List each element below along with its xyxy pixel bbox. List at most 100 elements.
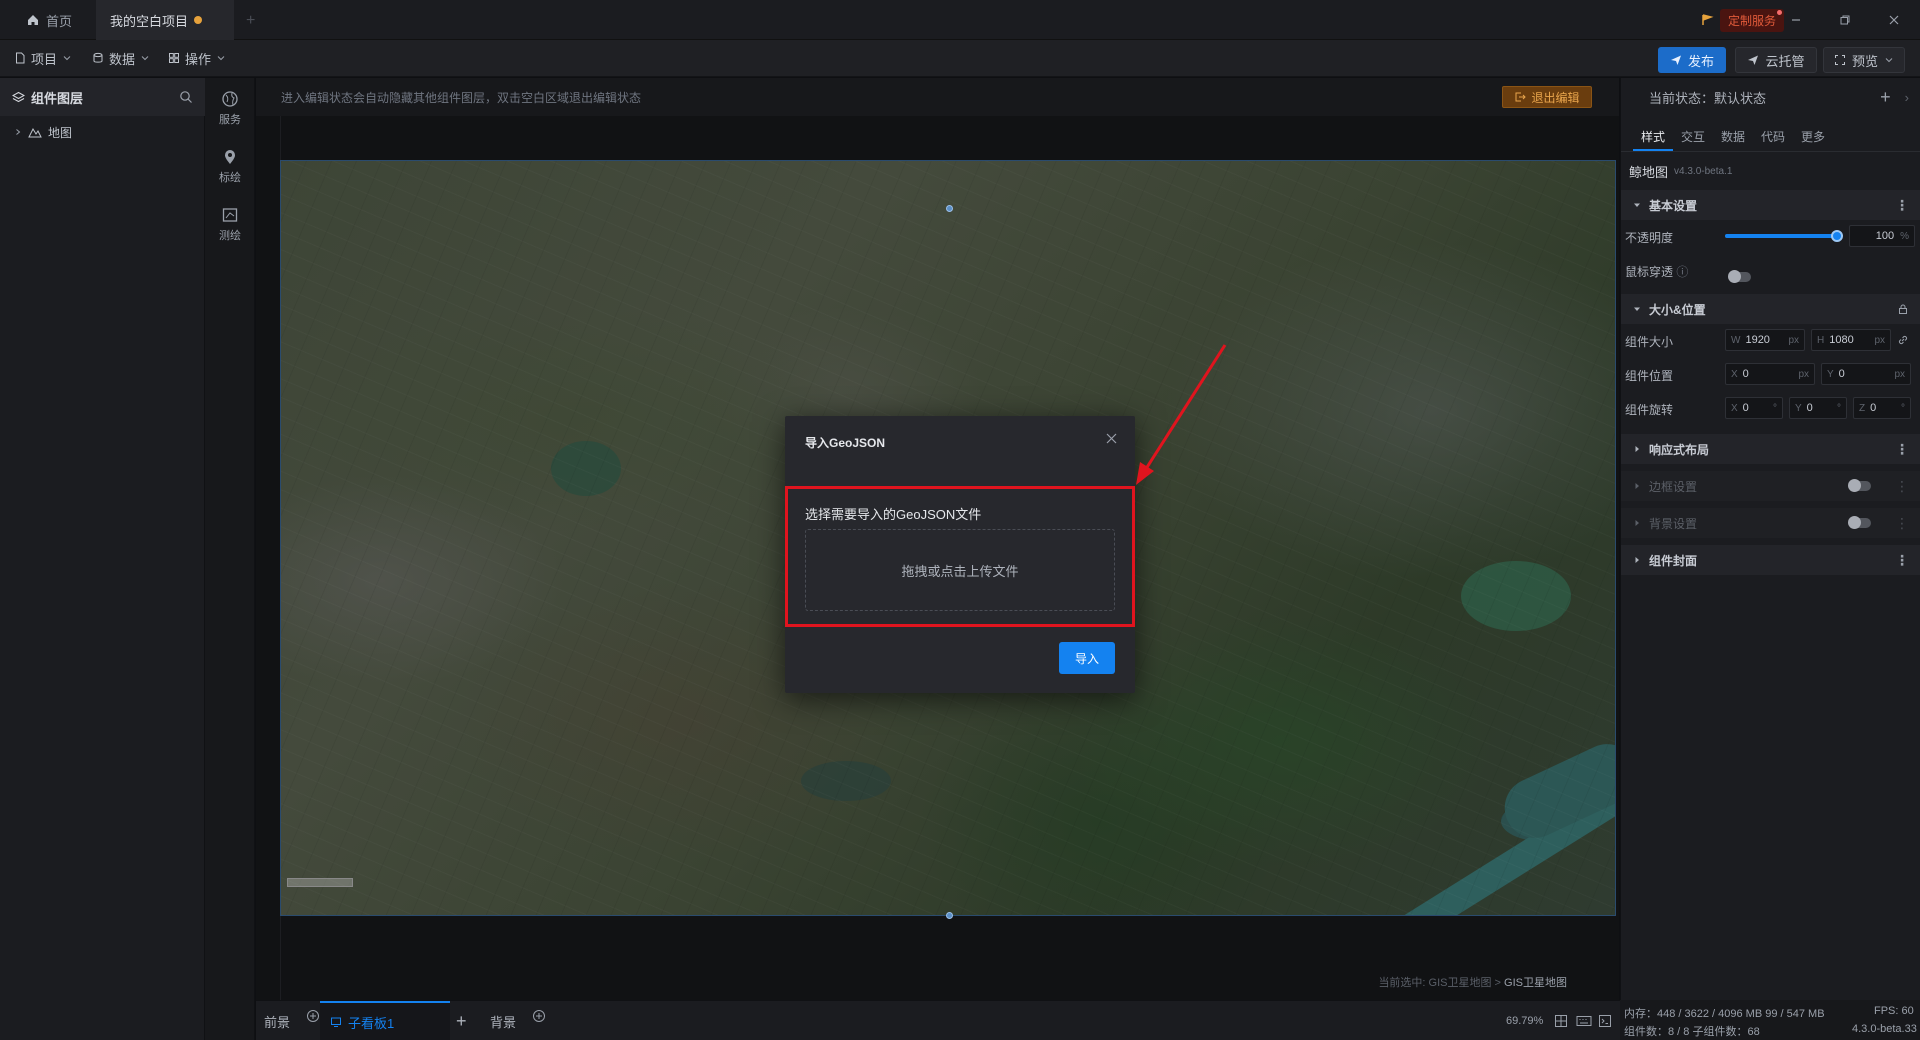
more-vertical-icon[interactable]: ⋮ (1895, 552, 1909, 569)
opacity-input[interactable]: 100 % (1849, 225, 1915, 247)
add-state-button[interactable]: + (1880, 87, 1891, 108)
help-icon[interactable]: ⓘ (1676, 265, 1688, 279)
tab-background[interactable]: 背景 (490, 1001, 546, 1040)
preview-button[interactable]: 预览 (1823, 47, 1905, 73)
tab-foreground[interactable]: 前景 (264, 1001, 320, 1040)
close-window-button[interactable] (1882, 8, 1906, 32)
add-panel-button[interactable]: + (456, 1001, 467, 1040)
tab-more[interactable]: 更多 (1801, 128, 1825, 145)
more-vertical-icon[interactable]: ⋮ (1895, 478, 1909, 495)
opacity-slider-thumb[interactable] (1831, 230, 1843, 242)
opacity-unit: % (1900, 230, 1909, 242)
more-vertical-icon[interactable]: ⋮ (1895, 515, 1909, 532)
rotation-row: 组件旋转 X 0 ° Y 0 ° Z 0 ° (1621, 396, 1920, 420)
active-tab-indicator (1633, 149, 1673, 151)
section-border[interactable]: 边框设置 ⋮ (1621, 471, 1920, 501)
more-vertical-icon[interactable]: ⋮ (1895, 197, 1909, 214)
width-value: 1920 (1745, 334, 1770, 346)
tab-code[interactable]: 代码 (1761, 128, 1785, 145)
menu-operation[interactable]: 操作 (168, 47, 226, 69)
terminal-icon[interactable] (1598, 1014, 1612, 1028)
menu-data[interactable]: 数据 (92, 47, 150, 69)
exit-edit-button[interactable]: 退出编辑 (1502, 86, 1592, 108)
map-lake (801, 761, 891, 801)
send-icon (1670, 55, 1681, 65)
section-background[interactable]: 背景设置 ⋮ (1621, 508, 1920, 538)
mouse-through-toggle[interactable] (1728, 270, 1751, 283)
import-button[interactable]: 导入 (1059, 642, 1115, 674)
link-icon[interactable] (1897, 334, 1909, 346)
map-scale-bar (287, 878, 353, 887)
section-basic-label: 基本设置 (1649, 198, 1698, 213)
resize-handle-bottom[interactable] (946, 912, 953, 919)
map-river (1393, 784, 1615, 915)
caret-down-icon (1634, 307, 1640, 311)
size-row: 组件大小 W 1920 px H 1080 px (1621, 328, 1920, 352)
tab-project-label: 我的空白项目 (110, 13, 189, 29)
caret-right-icon[interactable] (14, 128, 22, 136)
menu-project-label: 项目 (31, 51, 58, 67)
dialog-close-button[interactable] (1103, 430, 1119, 446)
zoom-level[interactable]: 69.79% (1506, 1001, 1543, 1040)
resize-handle-top[interactable] (946, 205, 953, 212)
section-cover[interactable]: 组件封面 ⋮ (1621, 545, 1920, 575)
tab-data[interactable]: 数据 (1721, 128, 1745, 145)
custom-service[interactable]: 定制服务 (1700, 8, 1785, 32)
border-toggle[interactable] (1848, 479, 1871, 492)
x-input[interactable]: X 0 px (1725, 363, 1815, 385)
tool-measure[interactable]: 测绘 (205, 206, 255, 243)
tab-home[interactable]: 首页 (12, 0, 86, 40)
rotate-x-input[interactable]: X 0 ° (1725, 397, 1783, 419)
cloud-host-button[interactable]: 云托管 (1735, 47, 1817, 73)
minimize-button[interactable] (1784, 8, 1808, 32)
file-drop-zone[interactable]: 拖拽或点击上传文件 (805, 529, 1115, 611)
section-basic[interactable]: 基本设置 ⋮ (1621, 190, 1920, 220)
bottom-bar: 前景 子看板1 + 背景 69.79% (256, 1000, 1620, 1040)
menu-project[interactable]: 项目 (14, 47, 72, 69)
height-input[interactable]: H 1080 px (1811, 329, 1891, 351)
section-responsive[interactable]: 响应式布局 ⋮ (1621, 434, 1920, 464)
layer-item-map[interactable]: 地图 (0, 120, 205, 144)
tool-service[interactable]: 服务 (205, 90, 255, 127)
add-circle-icon[interactable] (306, 1009, 320, 1023)
opacity-slider[interactable] (1725, 230, 1843, 242)
tab-project[interactable]: 我的空白项目 (96, 0, 234, 40)
measure-icon (222, 208, 238, 222)
menu-data-label: 数据 (109, 51, 136, 67)
more-vertical-icon[interactable]: ⋮ (1895, 441, 1909, 458)
drop-zone-text: 拖拽或点击上传文件 (901, 563, 1019, 579)
y-input[interactable]: Y 0 px (1821, 363, 1911, 385)
section-size-position[interactable]: 大小&位置 (1621, 294, 1920, 324)
chevron-down-icon (1885, 58, 1893, 63)
fit-screen-icon[interactable] (1554, 1014, 1568, 1028)
tool-service-label: 服务 (219, 114, 241, 126)
tab-interaction[interactable]: 交互 (1681, 128, 1705, 145)
new-tab-button[interactable]: + (246, 12, 255, 30)
unsaved-dot (194, 16, 203, 24)
state-bar: 当前状态：默认状态 + › (1621, 78, 1920, 116)
dialog-title: 导入GeoJSON (805, 436, 886, 450)
tab-home-label: 首页 (46, 13, 73, 29)
rotate-y-input[interactable]: Y 0 ° (1789, 397, 1847, 419)
lock-icon[interactable] (1897, 303, 1909, 315)
width-input[interactable]: W 1920 px (1725, 329, 1805, 351)
search-icon[interactable] (179, 90, 193, 104)
section-size-position-label: 大小&位置 (1649, 302, 1706, 317)
tab-child-panel[interactable]: 子看板1 (320, 1001, 450, 1040)
keyboard-icon[interactable] (1576, 1014, 1592, 1028)
rotate-z-input[interactable]: Z 0 ° (1853, 397, 1911, 419)
layer-panel-header: 组件图层 (0, 78, 205, 116)
restore-button[interactable] (1833, 8, 1857, 32)
chevron-right-icon[interactable]: › (1905, 90, 1909, 105)
add-circle-icon[interactable] (532, 1009, 546, 1023)
menu-operation-label: 操作 (185, 51, 212, 67)
tab-style[interactable]: 样式 (1641, 128, 1665, 145)
pin-icon (225, 150, 235, 164)
publish-button[interactable]: 发布 (1658, 47, 1726, 73)
section-responsive-label: 响应式布局 (1649, 442, 1710, 457)
background-toggle[interactable] (1848, 516, 1871, 529)
exit-edit-label: 退出编辑 (1531, 90, 1580, 105)
caret-right-icon (1635, 557, 1639, 563)
height-unit: px (1874, 334, 1885, 346)
tool-plot[interactable]: 标绘 (205, 148, 255, 185)
